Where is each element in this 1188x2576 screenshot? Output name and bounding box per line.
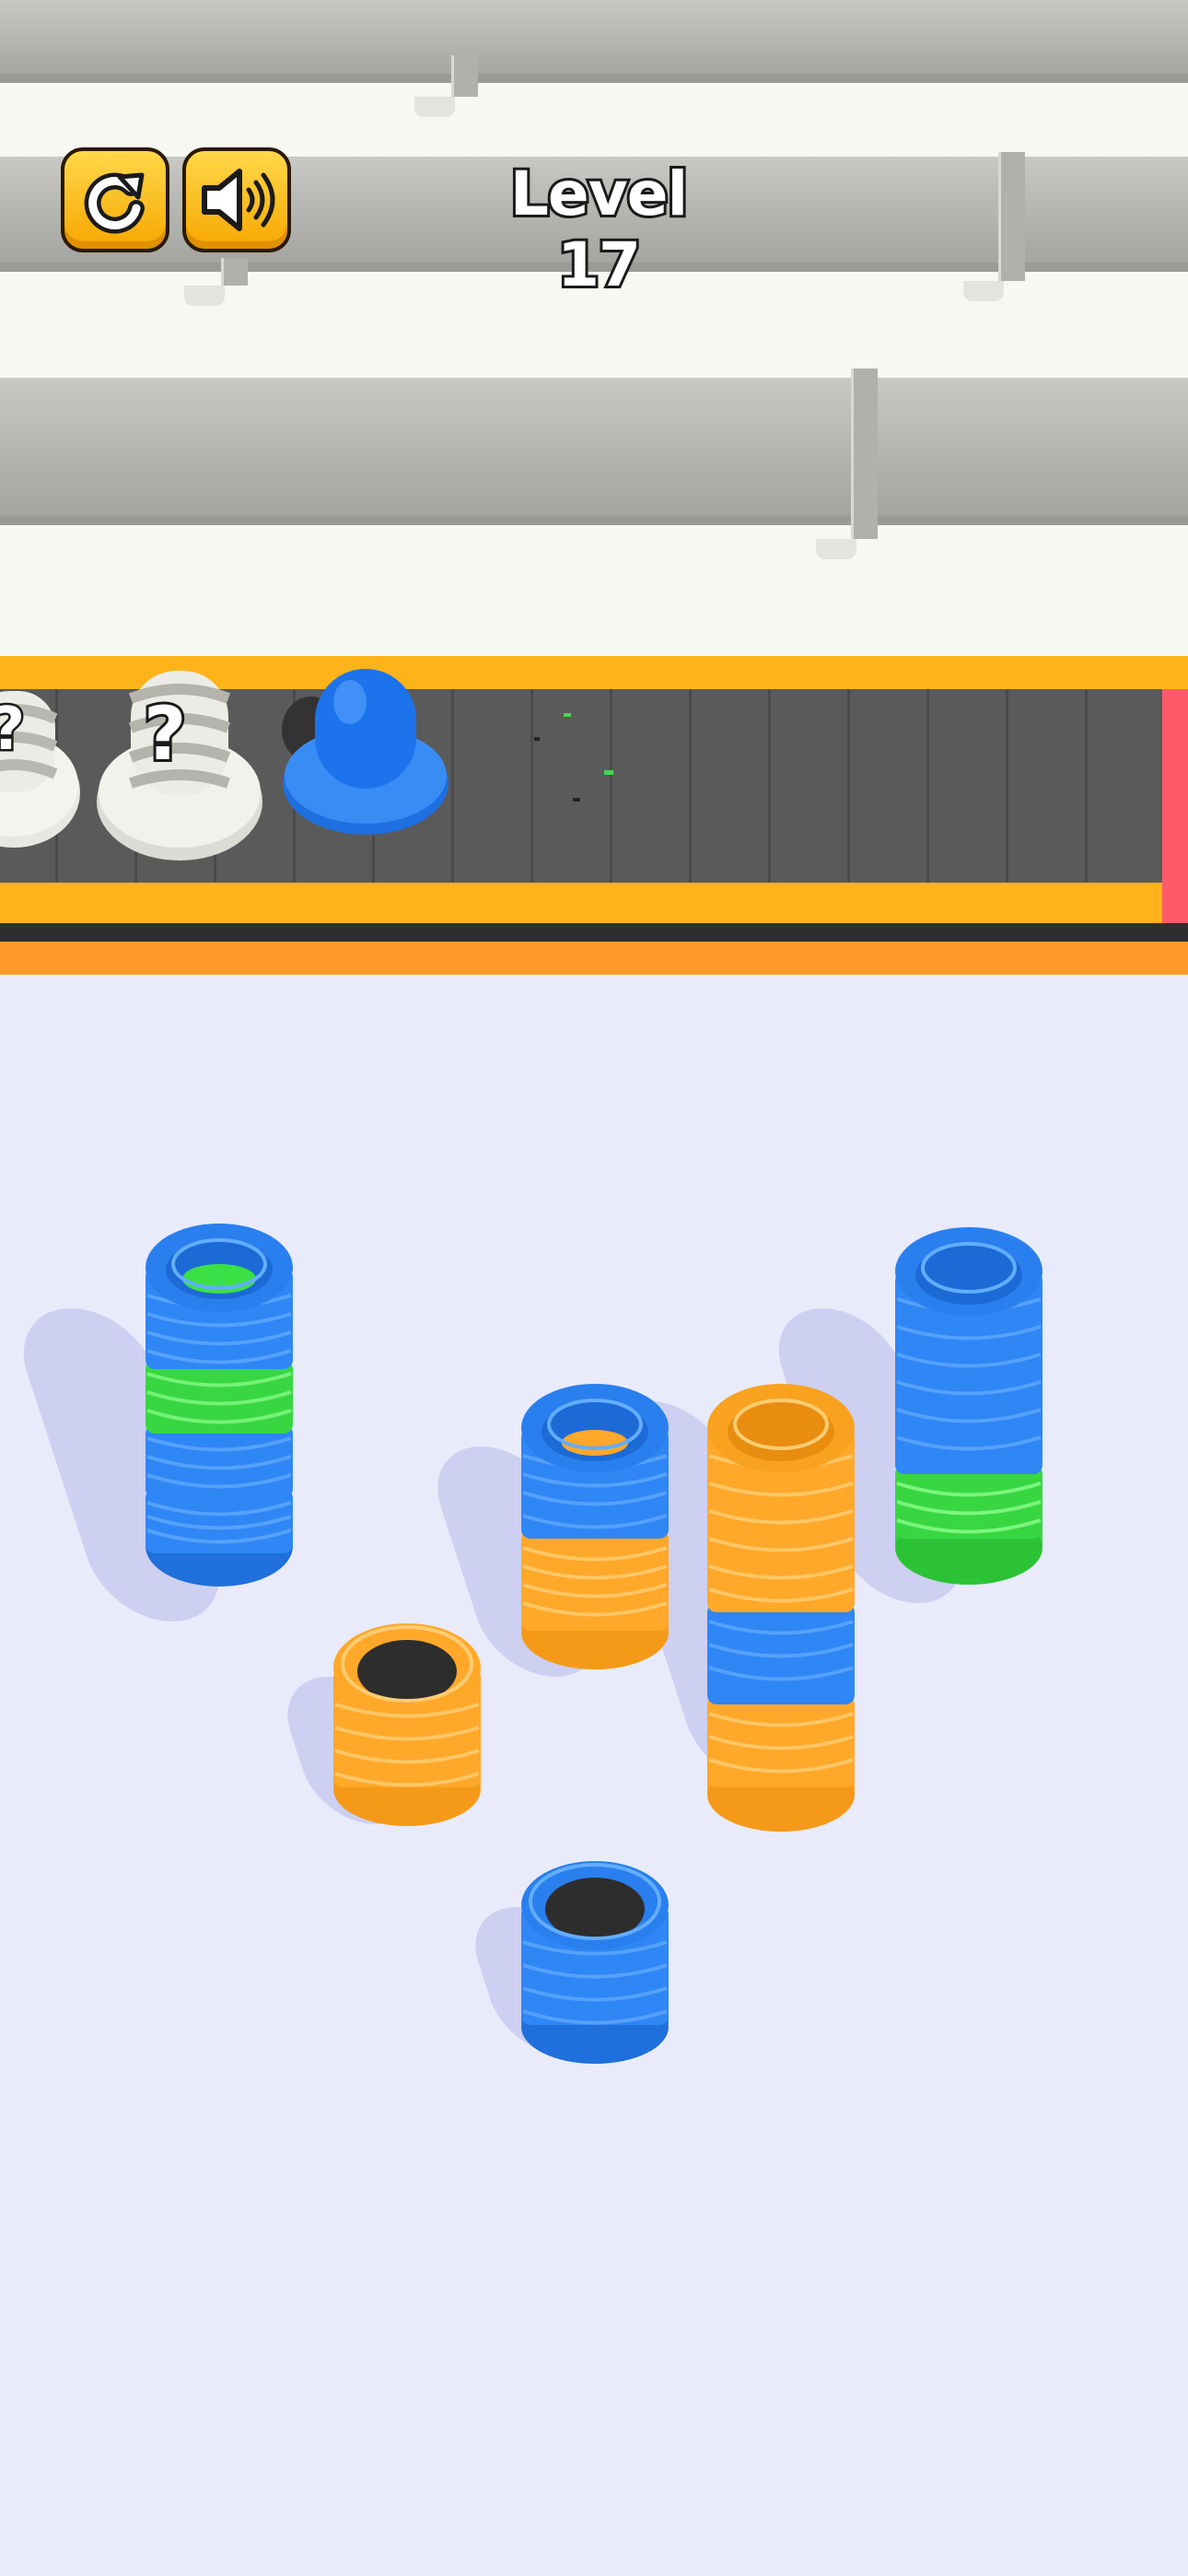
conveyor-end-marker [1162, 689, 1188, 927]
conveyor-item-mystery-1-label: ? [0, 694, 28, 767]
conveyor-item-mystery-2-label: ? [141, 688, 189, 779]
conveyor-rail [0, 923, 1188, 942]
restart-button[interactable] [61, 147, 169, 252]
sound-button[interactable] [182, 147, 291, 252]
restart-icon [84, 172, 145, 234]
level-title: Level 17 [507, 156, 691, 303]
ring-stack-1[interactable] [144, 1222, 295, 1594]
conveyor-edge [0, 942, 1188, 975]
ring-stack-5[interactable] [332, 1622, 483, 1833]
ring-stack-6[interactable] [519, 1859, 670, 2071]
ring-stack-2[interactable] [519, 1382, 670, 1677]
ring-stack-4[interactable] [893, 1225, 1044, 1603]
ring-stack-3[interactable] [705, 1382, 856, 1833]
sound-icon [202, 169, 275, 231]
